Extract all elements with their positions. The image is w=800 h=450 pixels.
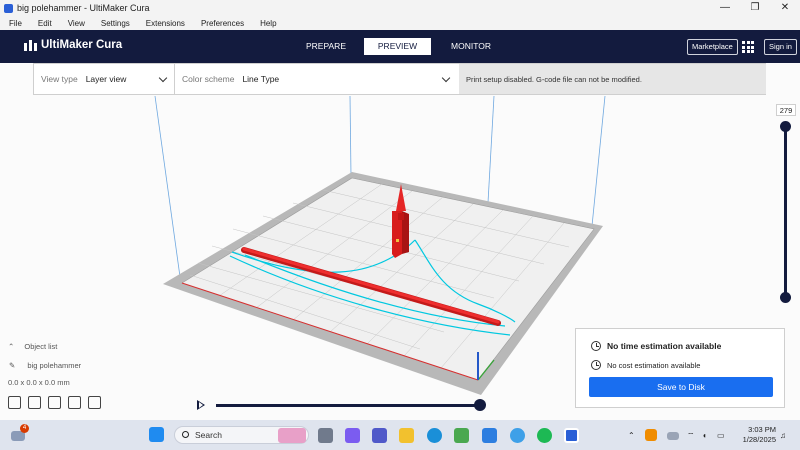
window-title: big polehammer - UltiMaker Cura [17, 3, 150, 13]
simulation-slider-track[interactable] [216, 404, 480, 407]
object-list-toggle[interactable]: ⌃ Object list [8, 342, 57, 351]
notification-badge: 4 [20, 424, 29, 433]
time-estimate-row: No time estimation available [591, 341, 721, 351]
front-view-icon[interactable] [28, 396, 41, 409]
file-explorer-icon[interactable] [399, 428, 414, 443]
volume-icon[interactable]: ◖ [702, 431, 707, 440]
chevron-up-icon: ⌃ [8, 342, 15, 351]
cloud-icon[interactable] [667, 432, 679, 440]
mydlink-icon[interactable] [482, 428, 497, 443]
3d-view-icon[interactable] [8, 396, 21, 409]
cura-app-icon [4, 3, 13, 13]
color-scheme-dropdown[interactable]: Color scheme Line Type [182, 64, 279, 94]
toolbar-divider [174, 64, 175, 94]
teams-icon[interactable] [372, 428, 387, 443]
app-icon[interactable] [510, 428, 525, 443]
menu-help[interactable]: Help [260, 19, 276, 28]
copilot-icon[interactable] [345, 428, 360, 443]
menu-view[interactable]: View [68, 19, 85, 28]
window-controls: — ❐ ✕ [710, 0, 800, 16]
cost-icon [591, 360, 601, 370]
layer-slider-upper-handle[interactable] [780, 121, 791, 132]
cura-window: big polehammer - UltiMaker Cura — ❐ ✕ Fi… [0, 0, 800, 450]
layer-slider-track[interactable] [784, 126, 787, 298]
menu-extensions[interactable]: Extensions [146, 19, 185, 28]
left-view-icon[interactable] [68, 396, 81, 409]
window-title-bar: big polehammer - UltiMaker Cura — ❐ ✕ [0, 0, 800, 16]
simulation-slider-handle[interactable] [474, 399, 486, 411]
tab-preview[interactable]: PREVIEW [364, 38, 431, 55]
search-icon [182, 431, 189, 438]
tab-prepare[interactable]: PREPARE [294, 38, 358, 55]
app-header: UltiMaker Cura PREPARE PREVIEW MONITOR M… [0, 30, 800, 63]
view-type-label: View type [41, 74, 78, 84]
chevron-up-icon[interactable]: ⌃ [628, 431, 635, 440]
cost-estimate-text: No cost estimation available [607, 360, 701, 370]
wifi-icon[interactable]: ⌔ [687, 431, 695, 441]
windows-start-icon[interactable] [149, 427, 164, 442]
stage-tabs: PREPARE PREVIEW MONITOR [0, 38, 800, 55]
sync-icon[interactable] [645, 429, 657, 441]
menu-edit[interactable]: Edit [38, 19, 52, 28]
maximize-button[interactable]: ❐ [740, 0, 770, 16]
minimize-button[interactable]: — [710, 0, 740, 16]
play-icon-inner [199, 402, 203, 408]
task-view-icon[interactable] [318, 428, 333, 443]
marketplace-button[interactable]: Marketplace [687, 39, 738, 55]
notification-bell-icon[interactable]: ♫ [780, 431, 786, 440]
chevron-down-icon[interactable] [441, 73, 451, 83]
clock-time: 3:03 PM [748, 425, 776, 434]
clock-date: 1/28/2025 [742, 435, 776, 444]
right-view-icon[interactable] [88, 396, 101, 409]
chevron-down-icon[interactable] [158, 73, 168, 83]
tab-monitor[interactable]: MONITOR [439, 38, 503, 55]
menu-file[interactable]: File [9, 19, 22, 28]
apps-grid-icon[interactable] [742, 41, 754, 53]
print-setup-message: Print setup disabled. G-code file can no… [459, 64, 766, 94]
windows-taskbar: 4 Search ⌃ ⌔ ◖ ▭ 3:03 PM 1/28/2025 ♫ [0, 420, 800, 450]
object-list-heading: Object list [24, 342, 58, 351]
view-type-dropdown[interactable]: View type Layer view [41, 64, 126, 94]
current-layer-field[interactable]: 279 [776, 104, 796, 116]
view-type-value: Layer view [85, 74, 127, 84]
menu-preferences[interactable]: Preferences [201, 19, 244, 28]
menu-bar: File Edit View Settings Extensions Prefe… [0, 16, 800, 30]
camera-view-buttons [8, 396, 108, 409]
battery-icon[interactable]: ▭ [717, 431, 725, 440]
color-scheme-value: Line Type [242, 74, 280, 84]
sign-in-button[interactable]: Sign in [764, 39, 797, 55]
pencil-icon[interactable]: ✎ [9, 361, 15, 370]
cost-estimate-row: No cost estimation available [591, 360, 700, 370]
top-view-icon[interactable] [48, 396, 61, 409]
search-highlight-icon[interactable] [278, 428, 306, 443]
menu-settings[interactable]: Settings [101, 19, 130, 28]
layer-slider-lower-handle[interactable] [780, 292, 791, 303]
object-name: big polehammer [27, 361, 82, 370]
search-placeholder: Search [195, 430, 222, 440]
edge-icon[interactable] [427, 428, 442, 443]
store-icon[interactable] [454, 428, 469, 443]
spotify-icon[interactable] [537, 428, 552, 443]
object-list-item[interactable]: ✎ big polehammer [9, 361, 81, 370]
taskbar-clock[interactable]: 3:03 PM 1/28/2025 [736, 425, 776, 445]
cura-taskbar-icon[interactable] [564, 428, 579, 443]
clock-icon [591, 341, 601, 351]
print-estimate-panel: No time estimation available No cost est… [575, 328, 785, 408]
close-button[interactable]: ✕ [770, 0, 800, 16]
object-dimensions: 0.0 x 0.0 x 0.0 mm [8, 378, 70, 387]
save-to-disk-button[interactable]: Save to Disk [589, 377, 773, 397]
color-scheme-label: Color scheme [182, 74, 235, 84]
time-estimate-text: No time estimation available [607, 341, 722, 351]
preview-toolbar: View type Layer view Color scheme Line T… [33, 63, 766, 95]
